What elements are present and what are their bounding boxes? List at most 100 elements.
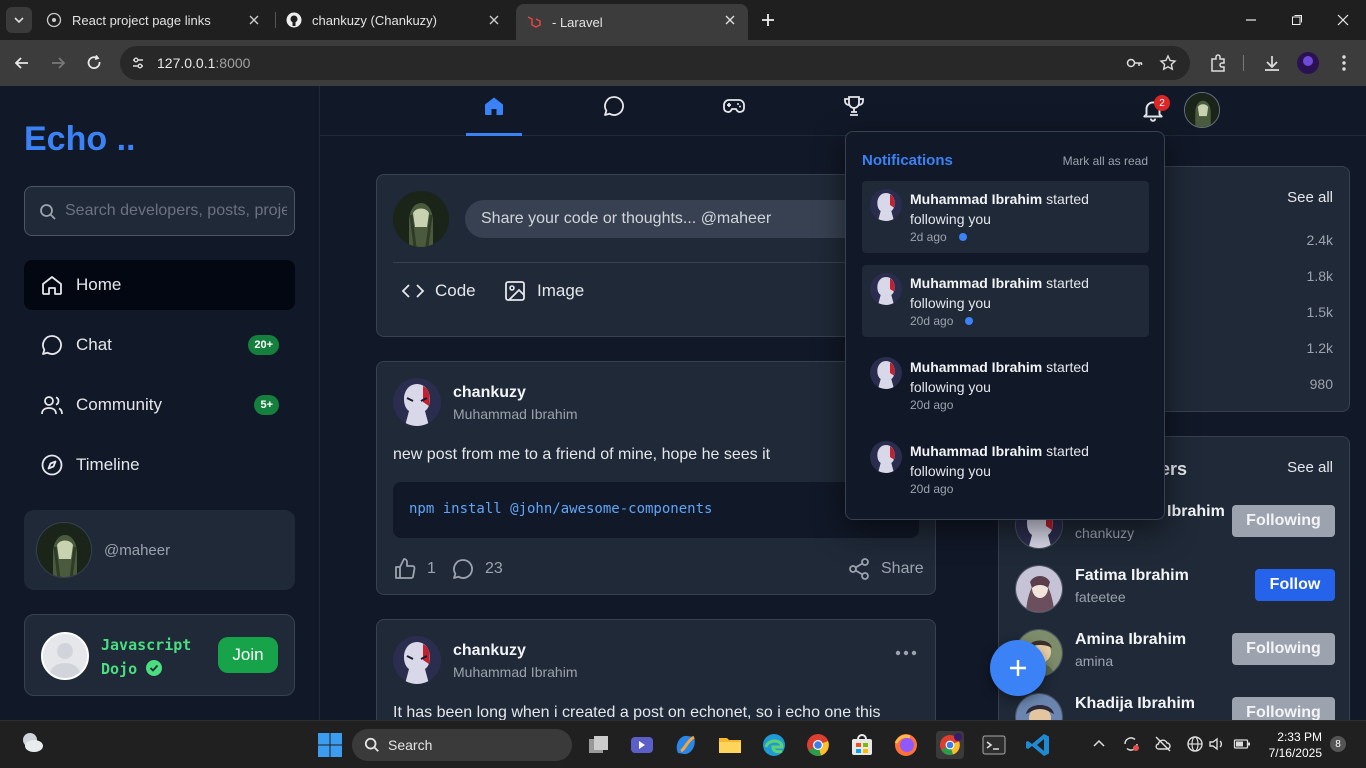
file-explorer-app[interactable] [716, 731, 744, 759]
notification-text: Muhammad Ibrahim started following you [910, 441, 1140, 481]
post-body: It has been long when i created a post o… [393, 704, 881, 720]
start-button[interactable] [316, 731, 344, 759]
react-favicon-icon [46, 12, 62, 28]
tab-github[interactable]: chankuzy (Chankuzy) [276, 4, 512, 36]
developer-name[interactable]: Fatima Ibrahim [1075, 567, 1189, 585]
create-post-fab[interactable] [990, 640, 1046, 696]
copilot-app[interactable] [672, 731, 700, 759]
avatar[interactable] [393, 636, 441, 684]
task-view-button[interactable] [585, 731, 613, 759]
see-all-link[interactable]: See all [1287, 189, 1333, 206]
post-body: new post from me to a friend of mine, ho… [393, 446, 771, 463]
post-options-button[interactable] [895, 650, 917, 656]
back-button[interactable] [12, 53, 32, 73]
site-info-icon[interactable] [130, 55, 146, 71]
notifications-button[interactable]: 2 [1140, 95, 1170, 123]
notification-item[interactable]: Muhammad Ibrahim started following you 2… [862, 349, 1149, 421]
current-user-card[interactable]: @maheer [24, 510, 295, 590]
password-key-icon[interactable] [1126, 55, 1144, 71]
user-handle: @maheer [104, 542, 171, 559]
tab-react-links[interactable]: React project page links [36, 4, 272, 36]
following-button[interactable]: Following [1232, 505, 1335, 537]
join-community-button[interactable]: Join [218, 637, 278, 673]
trending-count: 1.2k [1306, 340, 1333, 356]
show-hidden-icons[interactable] [1090, 735, 1108, 753]
vscode-app[interactable] [1024, 731, 1052, 759]
add-image-button[interactable]: Image [503, 279, 584, 303]
taskbar-search[interactable]: Search [352, 729, 572, 761]
chrome-profile-app-active[interactable] [936, 731, 964, 759]
comment-button[interactable]: 23 [451, 557, 503, 581]
firefox-app[interactable] [892, 731, 920, 759]
arrow-left-icon [14, 57, 28, 69]
nav-home-tab[interactable] [466, 94, 522, 136]
chrome-icon [807, 734, 829, 756]
nav-games-tab[interactable] [706, 94, 762, 134]
following-button[interactable]: Following [1232, 697, 1335, 720]
notification-item[interactable]: Muhammad Ibrahim started following you 2… [862, 265, 1149, 337]
like-button[interactable]: 1 [393, 557, 436, 581]
browser-menu-button[interactable] [1334, 53, 1354, 73]
weather-widget[interactable] [18, 729, 46, 757]
notification-item[interactable]: Muhammad Ibrahim started following you 2… [862, 181, 1149, 253]
tab-search-button[interactable] [6, 7, 32, 33]
notification-center-badge[interactable]: 8 [1330, 736, 1346, 752]
close-tab-icon[interactable] [722, 12, 738, 28]
teams-app[interactable] [628, 731, 656, 759]
tab-laravel[interactable]: - Laravel [516, 4, 748, 40]
avatar[interactable] [393, 378, 441, 426]
see-all-link[interactable]: See all [1287, 459, 1333, 476]
search-input[interactable] [65, 199, 287, 223]
add-code-button[interactable]: Code [401, 279, 476, 303]
edge-app[interactable] [760, 731, 788, 759]
profile-avatar[interactable] [1297, 52, 1319, 74]
sidebar-item-community[interactable]: Community 5+ [24, 380, 295, 430]
avatar[interactable] [1015, 693, 1063, 720]
github-icon [286, 12, 302, 28]
downloads-button[interactable] [1262, 53, 1282, 73]
post-username[interactable]: chankuzy [453, 384, 526, 402]
cloud-tray-icon[interactable] [1154, 735, 1172, 753]
sidebar-item-chat[interactable]: Chat 20+ [24, 320, 295, 370]
nav-chat-tab[interactable] [586, 94, 642, 134]
address-bar[interactable]: 127.0.0.1:8000 [120, 46, 1190, 80]
close-tab-icon[interactable] [486, 12, 502, 28]
battery-tray-icon[interactable] [1233, 735, 1251, 753]
terminal-app[interactable] [980, 731, 1008, 759]
user-avatar-button[interactable] [1184, 92, 1220, 128]
chrome-app[interactable] [804, 731, 832, 759]
sidebar-item-home[interactable]: Home [24, 260, 295, 310]
developer-name[interactable]: Khadija Ibrahim [1075, 695, 1195, 713]
close-tab-icon[interactable] [246, 12, 262, 28]
folder-icon [719, 738, 741, 753]
app-logo[interactable]: Echo .. [24, 120, 135, 159]
follow-button[interactable]: Follow [1255, 569, 1335, 601]
close-window-button[interactable] [1333, 10, 1353, 30]
sidebar-item-timeline[interactable]: Timeline [24, 440, 295, 490]
community-name[interactable]: Javascript Dojo [101, 633, 211, 681]
notification-item[interactable]: Muhammad Ibrahim started following you 2… [862, 433, 1149, 505]
developer-name[interactable]: Amina Ibrahim [1075, 631, 1186, 649]
mark-all-read-button[interactable]: Mark all as read [1063, 154, 1148, 168]
gamepad-icon [723, 99, 745, 113]
sync-tray-icon[interactable] [1122, 735, 1140, 753]
post-username[interactable]: chankuzy [453, 642, 526, 660]
language-tray-icon[interactable] [1186, 735, 1204, 753]
bookmark-star-icon[interactable] [1159, 54, 1177, 72]
extensions-button[interactable] [1208, 53, 1228, 73]
minimize-button[interactable] [1241, 10, 1261, 30]
volume-tray-icon[interactable] [1208, 735, 1226, 753]
developer-name[interactable]: Ibrahim [1167, 503, 1225, 521]
chat-icon [42, 335, 62, 355]
avatar[interactable] [1015, 565, 1063, 613]
reload-button[interactable] [84, 53, 104, 73]
new-tab-button[interactable] [758, 10, 778, 30]
following-button[interactable]: Following [1232, 633, 1335, 665]
nav-leaderboard-tab[interactable] [826, 94, 882, 134]
restore-button[interactable] [1287, 10, 1307, 30]
video-chat-icon [631, 737, 653, 753]
forward-button[interactable] [48, 53, 68, 73]
system-clock[interactable]: 2:33 PM 7/16/2025 [1262, 729, 1322, 761]
store-app[interactable] [848, 731, 876, 759]
share-button[interactable]: Share [847, 557, 924, 581]
